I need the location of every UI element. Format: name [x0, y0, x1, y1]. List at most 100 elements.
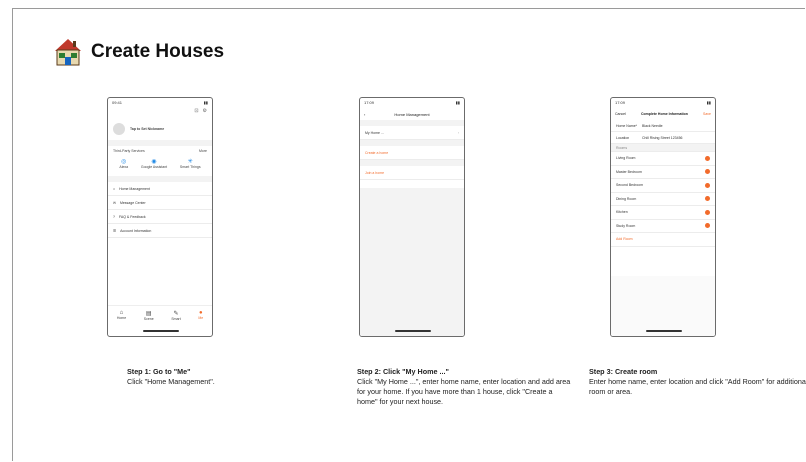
room-row[interactable]: Master Bedroom: [611, 166, 715, 179]
services-more[interactable]: More: [199, 149, 207, 153]
faq-icon: ?: [113, 214, 115, 219]
tab-home[interactable]: ⌂ Home: [117, 310, 126, 320]
room-row[interactable]: Second Bedroom: [611, 179, 715, 193]
menu-label: Message Center: [119, 200, 146, 205]
remove-room-icon[interactable]: [705, 169, 710, 175]
page-title: Create Houses: [91, 41, 225, 62]
menu-message-center[interactable]: ✉ Message Center: [108, 196, 212, 210]
profile-row[interactable]: Tap to Set Nickname: [108, 118, 212, 140]
phone-screenshot-home-management: 17:09 ▮▮ ‹ Home Management My Home ... › …: [359, 97, 465, 337]
room-label: Master Bedroom: [616, 169, 642, 174]
add-room-label: Add Room: [616, 237, 633, 242]
service-smartthings[interactable]: ✳ Smart Things: [180, 158, 201, 169]
services-title: Third-Party Services: [113, 149, 145, 153]
item-label: My Home ...: [365, 130, 384, 135]
home-icon: ⌂: [113, 186, 116, 191]
remove-room-icon[interactable]: [705, 209, 710, 215]
step-3-caption: Step 3: Create room Enter home name, ent…: [589, 367, 806, 397]
status-bar: 17:09 ▮▮: [611, 98, 715, 108]
service-label: Smart Things: [179, 165, 201, 169]
phone-screenshot-me: 09:41 ▮▮ ⊡ ⚙ Tap to Set Nickname Third-P…: [107, 97, 213, 337]
nav-title: Home Management: [394, 111, 430, 117]
room-label: Kitchen: [616, 210, 628, 215]
tab-label: Smart: [171, 316, 181, 321]
join-home-item[interactable]: Join a home: [360, 166, 464, 180]
services-list: ◎ Alexa ◉ Google Assistant ✳ Smart Thing…: [113, 158, 207, 169]
status-time: 17:09: [615, 100, 626, 105]
add-room-button[interactable]: Add Room: [611, 233, 715, 247]
profile-label: Tap to Set Nickname: [130, 127, 165, 131]
step-title: Step 3: Create room: [589, 367, 658, 376]
phone-screenshot-home-info: 17:09 ▮▮ Cancel Complete Home Informatio…: [610, 97, 716, 337]
home-indicator: [143, 330, 179, 332]
room-label: Study Room: [616, 223, 636, 228]
account-icon: ☰: [113, 228, 117, 233]
tab-label: Me: [198, 316, 204, 320]
title-row: Create Houses: [53, 37, 224, 67]
top-actions: ⊡ ⚙: [108, 108, 212, 118]
battery-icon: ▮▮: [706, 100, 711, 105]
room-label: Second Bedroom: [616, 183, 644, 188]
room-label: Dining Room: [616, 196, 637, 201]
home-indicator: [646, 330, 682, 332]
remove-room-icon[interactable]: [705, 196, 710, 202]
house-icon: [55, 39, 81, 66]
status-bar: 17:09 ▮▮: [360, 98, 464, 108]
services-section: Third-Party Services More ◎ Alexa ◉ Goog…: [108, 146, 212, 172]
item-label: Join a home: [365, 170, 385, 175]
home-name-field[interactable]: Home Name* Black Needle: [611, 120, 715, 132]
field-value: Black Needle: [642, 123, 663, 128]
room-row[interactable]: Dining Room: [611, 193, 715, 206]
message-icon: ✉: [113, 200, 116, 205]
my-home-item[interactable]: My Home ... ›: [360, 126, 464, 140]
field-value: Chill Rising Street 123456: [642, 135, 683, 140]
service-google[interactable]: ◉ Google Assistant: [141, 158, 167, 169]
location-field[interactable]: Location Chill Rising Street 123456: [611, 132, 715, 144]
field-label: Home Name*: [616, 123, 638, 128]
status-bar: 09:41 ▮▮: [108, 98, 212, 108]
room-label: Living Room: [616, 156, 636, 161]
step-body: Enter home name, enter location and clic…: [589, 377, 806, 396]
alexa-icon: ◎: [121, 159, 127, 165]
rooms-label: Rooms: [616, 145, 628, 150]
home-indicator: [395, 330, 431, 332]
menu-label: FAQ & Feedback: [118, 214, 146, 219]
room-row[interactable]: Kitchen: [611, 206, 715, 220]
tab-bar: ⌂ Home ▤ Scene ✎ Smart ● Me: [108, 305, 212, 324]
remove-room-icon[interactable]: [705, 182, 710, 188]
item-label: Create a home: [365, 150, 389, 155]
empty-area: [360, 188, 464, 336]
tab-me[interactable]: ● Me: [198, 310, 203, 320]
tab-scene[interactable]: ▤ Scene: [144, 310, 154, 321]
step-title: Step 1: Go to "Me": [127, 367, 191, 376]
room-row[interactable]: Study Room: [611, 220, 715, 233]
tab-label: Scene: [143, 316, 154, 321]
scan-icon[interactable]: ⊡: [194, 108, 198, 118]
remove-room-icon[interactable]: [705, 155, 710, 161]
smartthings-icon: ✳: [187, 159, 193, 165]
step-1-caption: Step 1: Go to "Me" Click "Home Managemen…: [127, 367, 297, 387]
create-home-item[interactable]: Create a home: [360, 146, 464, 160]
step-body: Click "My Home ...", enter home name, en…: [357, 377, 571, 406]
rooms-header: Rooms: [611, 144, 715, 152]
chevron-right-icon: ›: [457, 130, 459, 135]
slide: Create Houses 09:41 ▮▮ ⊡ ⚙ Tap to Set Ni…: [12, 8, 806, 461]
tab-smart[interactable]: ✎ Smart: [171, 310, 180, 321]
service-alexa[interactable]: ◎ Alexa: [119, 158, 128, 169]
cancel-button[interactable]: Cancel: [615, 112, 626, 116]
menu-label: Account Information: [120, 228, 152, 233]
settings-icon[interactable]: ⚙: [203, 108, 207, 118]
avatar: [113, 123, 125, 135]
tab-label: Home: [116, 316, 127, 320]
menu-account-information[interactable]: ☰ Account Information: [108, 224, 212, 238]
menu-home-management[interactable]: ⌂ Home Management: [108, 182, 212, 196]
step-body: Click "Home Management".: [127, 377, 215, 386]
menu-label: Home Management: [119, 186, 150, 191]
save-button[interactable]: Save: [703, 112, 711, 116]
menu-faq-feedback[interactable]: ? FAQ & Feedback: [108, 210, 212, 224]
nav-bar: ‹ Home Management: [360, 108, 464, 120]
nav-bar: Cancel Complete Home Information Save: [611, 108, 715, 120]
remove-room-icon[interactable]: [705, 223, 710, 229]
status-time: 17:09: [364, 100, 375, 105]
room-row[interactable]: Living Room: [611, 152, 715, 166]
